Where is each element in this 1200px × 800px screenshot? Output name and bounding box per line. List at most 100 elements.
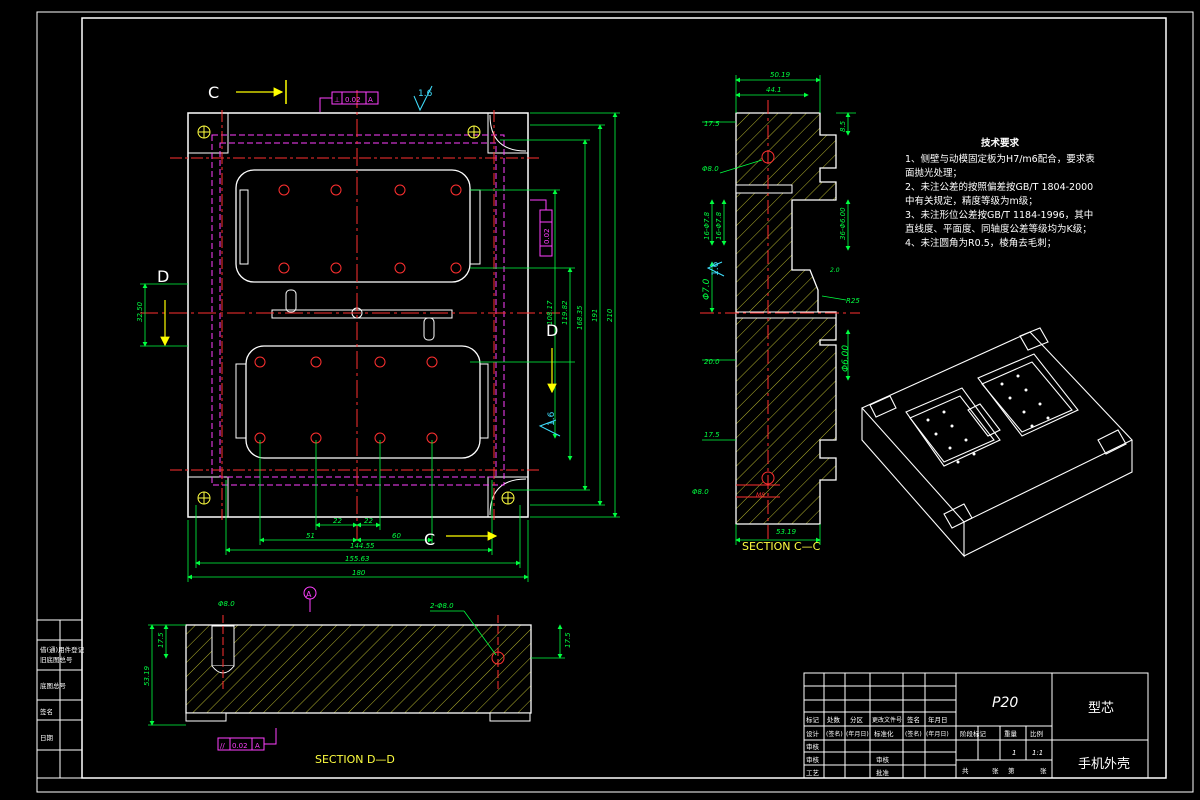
tb-design-5: (年月日): [926, 730, 949, 738]
dim-h-left: 32.50: [136, 301, 144, 322]
cc-d-hole2: Φ8.0: [692, 488, 709, 496]
dd-hole-note-side: 2-Φ8.0: [430, 602, 454, 610]
tech-requirement-item: 3、未注形位公差按GB/T 1184-1996，其中直线度、平面度、同轴度公差等…: [905, 210, 1094, 235]
datum-a-label: A: [306, 590, 312, 599]
tb-sheet-label-0: 共: [962, 766, 969, 775]
dim-w-inner-4: 60: [392, 532, 401, 540]
tb-design-2: (年月日): [846, 730, 869, 738]
cc-h-e: 20.0: [704, 358, 720, 366]
tb-design-1: (签名): [826, 730, 843, 738]
tb-sheet-label-1: 张: [992, 766, 999, 775]
cc-phi-mid: Φ7.0: [702, 278, 712, 300]
material: P20: [992, 695, 1018, 711]
side-strip-cell-3: 签名: [40, 707, 53, 716]
cc-top-w: 50.19: [770, 71, 791, 79]
tb-check-0: 审核: [806, 742, 820, 751]
frame-bottom-sym: //: [220, 742, 225, 750]
svg-text:1.6: 1.6: [418, 89, 433, 99]
tech-requirements: 技术要求 1、侧壁与动模固定板为H7/m6配合，要求表面抛光处理； 2、未注公差…: [905, 137, 1095, 251]
tb-stage-0: 阶段标记: [960, 729, 987, 738]
dd-dim-h-b: 17.5: [564, 632, 572, 648]
section-cc-view: 50.19 44.1 8.5 17.5 Φ8.0 16-Φ7.8 36-Φ6.0…: [692, 71, 860, 553]
tb-stage-2: 比例: [1030, 729, 1043, 738]
frame-bottom-datum: A: [255, 742, 260, 750]
tb-design-4: (签名): [905, 730, 922, 738]
tb-scale: 1:1: [1032, 749, 1043, 757]
part-name: 型芯: [1088, 701, 1114, 716]
svg-text:1.6: 1.6: [547, 411, 557, 426]
tb-row-header-2: 分区: [850, 715, 864, 724]
frame-top-val: 0.02: [345, 96, 361, 104]
cc-top-w2: 44.1: [766, 86, 782, 94]
dim-w-inner-1: 51: [306, 532, 315, 540]
cc-h-a: 17.5: [704, 120, 720, 128]
tech-requirement-item: 4、未注圆角为R0.5，棱角去毛刺；: [905, 238, 1057, 249]
cc-small-2: M8: [756, 492, 765, 499]
section-c-marker-top: C: [208, 83, 219, 102]
tech-requirement-item: 2、未注公差的按照偏差按GB/T 1804-2000中有关规定，精度等级为m级；: [905, 182, 1094, 207]
frame-bottom-val: 0.02: [232, 742, 248, 750]
dim-w-inner-2: 22: [333, 517, 342, 525]
tb-craft-3: 批准: [876, 768, 890, 777]
dd-dim-h-a: 17.5: [157, 632, 165, 648]
side-strip: 借(通)用件登记 旧底图总号 底图总号 签名 日期: [36, 619, 85, 779]
cad-drawing-sheet: 借(通)用件登记 旧底图总号 底图总号 签名 日期 51 22 22 60 14…: [36, 11, 1194, 793]
tb-row-header-3: 更改文件号: [872, 716, 902, 724]
cc-h-c: 36-Φ6.00: [839, 207, 847, 240]
cc-r-mid: R25: [846, 297, 860, 305]
section-cc-label: SECTION C—C: [742, 540, 821, 553]
section-dd-label: SECTION D—D: [315, 753, 395, 766]
cc-bottom-w: 53.19: [776, 528, 797, 536]
side-strip-cell-4: 日期: [40, 734, 54, 742]
tb-review-3: 审核: [876, 755, 890, 764]
cc-h-side: 8.5: [839, 120, 847, 132]
side-strip-cell-0: 借(通)用件登记: [40, 645, 85, 654]
dd-hole-note-top: Φ8.0: [218, 600, 235, 608]
frame-top-datum: A: [368, 96, 373, 104]
roughness-right: 1.6: [538, 411, 561, 437]
cc-h-f: 17.5: [704, 431, 720, 439]
section-d-marker-right: D: [546, 321, 558, 340]
side-strip-cell-2: 底图总号: [40, 681, 67, 690]
dim-w-outer: 155.63: [345, 555, 370, 563]
dd-dim-h-total: 53.19: [143, 665, 151, 686]
tb-row-header-0: 标记: [806, 715, 820, 724]
section-c-marker-bottom: C: [424, 530, 435, 549]
cc-h-d: 16-Φ7.8: [715, 211, 723, 240]
roughness-cc: 1.6: [706, 261, 725, 277]
dim-w-mid: 144.55: [350, 542, 375, 550]
dim-w-total: 180: [352, 569, 366, 577]
dim-w-inner-3: 22: [364, 517, 373, 525]
tb-row-header-5: 年月日: [928, 715, 948, 724]
flatness-frame-top: ⊥ 0.02 A: [319, 91, 379, 112]
tb-design-0: 设计: [806, 729, 820, 738]
vframe-val: 0.02: [543, 228, 551, 244]
cc-small-1: 2.0: [830, 267, 840, 274]
tb-review-0: 审核: [806, 755, 820, 764]
tb-row-header-1: 处数: [827, 715, 841, 724]
tb-sheet: 1: [1012, 749, 1016, 757]
roughness-top: 1.6: [413, 85, 433, 112]
dim-h-total: 210: [606, 308, 614, 322]
cc-h-b: 16-Φ7.8: [703, 211, 711, 240]
tb-sheet-label-2: 第: [1008, 766, 1015, 775]
product-name: 手机外壳: [1078, 757, 1130, 772]
dim-h-2: 119.82: [561, 300, 569, 325]
tb-sheet-label-3: 张: [1040, 766, 1047, 775]
isometric-view: [861, 327, 1133, 558]
dim-h-3: 168.35: [576, 305, 584, 330]
tb-design-3: 标准化: [874, 729, 894, 738]
svg-text:1.6: 1.6: [711, 261, 721, 276]
tech-requirements-title: 技术要求: [980, 138, 1019, 149]
frame-top-sym: ⊥: [334, 96, 340, 104]
dim-h-4: 191: [591, 309, 599, 322]
vertical-frame: 0.02: [530, 199, 553, 257]
section-dd-view: 53.19 17.5 17.5 Φ8.0 2-Φ8.0 // 0.02 A SE…: [143, 600, 572, 766]
cc-phi-mid2: Φ6.00: [841, 345, 851, 372]
front-view: 51 22 22 60 144.55 155.63 180 108.17 119…: [136, 80, 620, 612]
tb-stage-1: 重量: [1004, 730, 1018, 738]
tb-craft-0: 工艺: [806, 769, 820, 777]
section-d-marker-left: D: [157, 267, 169, 286]
tb-row-header-4: 签名: [907, 715, 920, 724]
side-strip-cell-1: 旧底图总号: [40, 655, 73, 664]
